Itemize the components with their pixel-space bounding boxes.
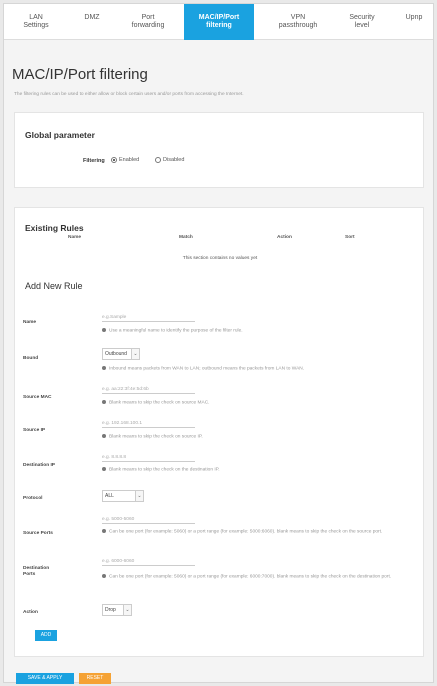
protocol-label: Protocol xyxy=(23,496,43,501)
reset-button[interactable]: RESET xyxy=(79,673,111,684)
help-text: Can be one port (for example: 5060) or a… xyxy=(109,574,392,580)
tab-label: LAN Settings xyxy=(23,14,49,29)
source-ports-input[interactable]: e.g. 5000-5060 xyxy=(102,516,195,524)
info-icon xyxy=(102,574,106,578)
info-icon xyxy=(102,467,106,471)
bound-label: Bound xyxy=(23,356,39,361)
name-label: Name xyxy=(23,320,37,325)
select-value: ALL xyxy=(105,493,114,499)
chevron-down-icon: ⌄ xyxy=(135,491,143,501)
source-mac-input[interactable]: e.g. aa:22:3f:4e:5d:6b xyxy=(102,386,195,394)
source-ip-help: Blank means to skip the check on source … xyxy=(102,434,407,440)
radio-label: Disabled xyxy=(163,157,185,163)
column-header-match: Match xyxy=(179,235,193,240)
tab-label: DMZ xyxy=(84,14,100,21)
info-icon xyxy=(102,529,106,533)
destination-ip-input[interactable]: e.g. 8.8.8.8 xyxy=(102,454,195,462)
filtering-label: Filtering xyxy=(83,158,105,164)
tab-vpn-passthrough[interactable]: VPN passthrough xyxy=(270,4,326,40)
radio-unchecked-icon xyxy=(155,157,161,163)
rules-panel: Existing Rules Name Match Action Sort Th… xyxy=(14,207,424,657)
tab-dmz[interactable]: DMZ xyxy=(76,4,108,40)
tab-bar: LAN Settings DMZ Port forwarding MAC/IP/… xyxy=(4,4,433,40)
tab-mac-ip-port-filtering[interactable]: MAC/IP/Port filtering xyxy=(184,4,254,40)
source-ip-label: Source IP xyxy=(23,428,46,433)
filtering-enabled-radio[interactable]: Enabled xyxy=(111,157,139,163)
bound-help: Inbound means packets from WAN to LAN; o… xyxy=(102,366,407,372)
name-input[interactable]: e.g.Sample xyxy=(102,314,195,322)
radio-checked-icon xyxy=(111,157,117,163)
tab-label: MAC/IP/Port filtering xyxy=(198,14,240,29)
info-icon xyxy=(102,434,106,438)
destination-ip-label: Destination IP xyxy=(23,463,55,468)
section-title: Global parameter xyxy=(25,130,95,140)
save-apply-button[interactable]: SAVE & APPLY xyxy=(16,673,74,684)
destination-ports-help: Can be one port (for example: 5060) or a… xyxy=(102,574,407,580)
name-help: Use a meaningful name to identify the pu… xyxy=(102,328,407,334)
tab-label: Upnp xyxy=(405,14,423,21)
page-frame: LAN Settings DMZ Port forwarding MAC/IP/… xyxy=(3,3,434,684)
action-label: Action xyxy=(23,610,38,615)
destination-ports-label: Destination Ports xyxy=(23,566,50,577)
tab-upnp[interactable]: Upnp xyxy=(396,4,432,40)
tab-label: Security level xyxy=(349,14,375,29)
source-mac-help: Blank means to skip the check on source … xyxy=(102,400,407,406)
source-mac-label: Source MAC xyxy=(23,395,52,400)
tab-security-level[interactable]: Security level xyxy=(340,4,384,40)
tab-label: Port forwarding xyxy=(131,14,165,29)
help-text: Blank means to skip the check on source … xyxy=(109,400,210,406)
tab-label: VPN passthrough xyxy=(278,14,318,29)
section-title: Existing Rules xyxy=(25,223,84,233)
protocol-select[interactable]: ALL ⌄ xyxy=(102,490,144,502)
chevron-down-icon: ⌄ xyxy=(131,349,139,359)
select-value: Drop xyxy=(105,607,116,613)
tab-lan-settings[interactable]: LAN Settings xyxy=(14,4,58,40)
add-rule-button[interactable]: ADD xyxy=(35,630,57,641)
page-intro: The filtering rules can be used to eithe… xyxy=(14,92,244,97)
global-parameter-panel: Global parameter Filtering Enabled Disab… xyxy=(14,112,424,188)
chevron-down-icon: ⌄ xyxy=(123,605,131,615)
radio-label: Enabled xyxy=(119,157,140,163)
page-title: MAC/IP/Port filtering xyxy=(12,66,148,83)
source-ip-input[interactable]: e.g. 192.168.100.1 xyxy=(102,420,195,428)
select-value: Outbound xyxy=(105,351,127,357)
source-ports-label: Source Ports xyxy=(23,531,53,536)
tab-port-forwarding[interactable]: Port forwarding xyxy=(122,4,174,40)
help-text: Blank means to skip the check on source … xyxy=(109,434,203,440)
info-icon xyxy=(102,328,106,332)
destination-ip-help: Blank means to skip the check on the des… xyxy=(102,467,407,473)
empty-rules-message: This section contains no values yet xyxy=(182,256,258,261)
destination-ports-input[interactable]: e.g. 6000-6060 xyxy=(102,558,195,566)
add-rule-title: Add New Rule xyxy=(25,281,83,291)
info-icon xyxy=(102,400,106,404)
help-text: Inbound means packets from WAN to LAN; o… xyxy=(109,366,305,372)
filtering-disabled-radio[interactable]: Disabled xyxy=(155,157,184,163)
help-text: Use a meaningful name to identify the pu… xyxy=(109,328,243,334)
action-select[interactable]: Drop ⌄ xyxy=(102,604,132,616)
info-icon xyxy=(102,366,106,370)
column-header-sort: Sort xyxy=(345,235,355,240)
column-header-action: Action xyxy=(277,235,292,240)
help-text: Can be one port (for example: 5060) or a… xyxy=(109,529,383,535)
bound-select[interactable]: Outbound ⌄ xyxy=(102,348,140,360)
help-text: Blank means to skip the check on the des… xyxy=(109,467,220,473)
source-ports-help: Can be one port (for example: 5060) or a… xyxy=(102,529,407,535)
column-header-name: Name xyxy=(68,235,82,240)
